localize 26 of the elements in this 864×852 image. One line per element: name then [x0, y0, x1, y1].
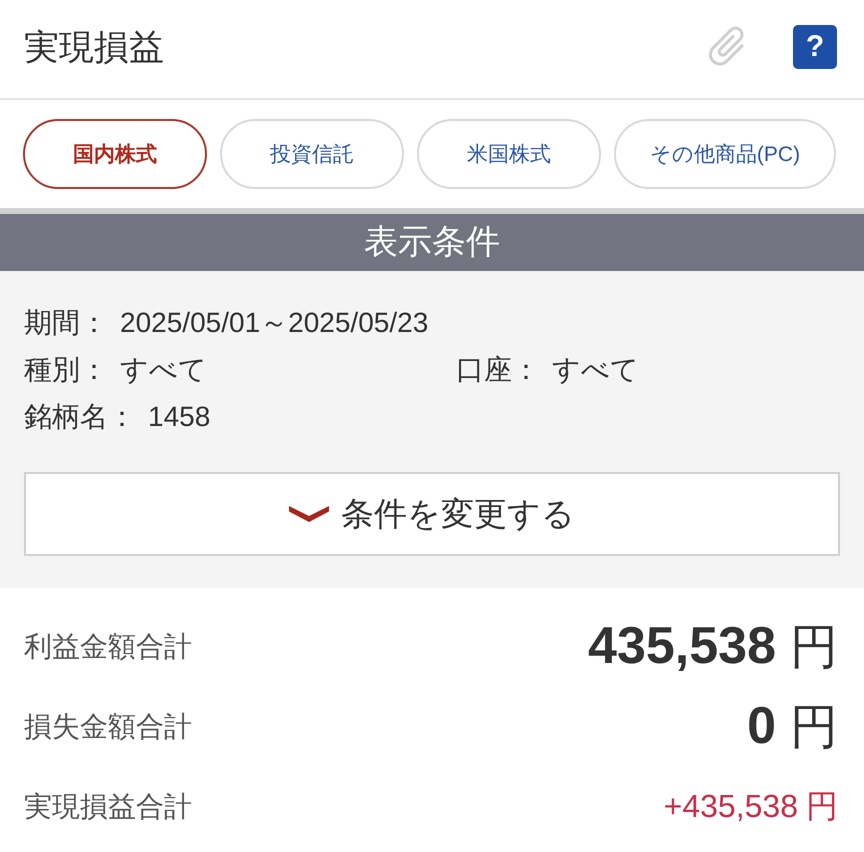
condition-value: 1458 — [148, 400, 210, 434]
condition-label: 口座： — [456, 353, 540, 387]
category-tab[interactable]: その他商品(PC) — [614, 119, 836, 189]
currency-unit: 円 — [790, 620, 838, 676]
page-title: 実現損益 — [24, 26, 164, 68]
condition-label: 銘柄名： — [24, 400, 136, 434]
amount-value: +435,538 — [664, 788, 798, 825]
currency-unit: 円 — [806, 787, 838, 826]
help-button[interactable]: ? — [793, 25, 837, 69]
summary-label: 利益金額合計 — [24, 630, 192, 664]
condition-value: 2025/05/01～2025/05/23 — [120, 306, 428, 340]
category-tab[interactable]: 投資信託 — [220, 119, 404, 189]
category-tab[interactable]: 米国株式 — [417, 119, 601, 189]
amount-value: 0 — [747, 696, 776, 756]
condition-label: 期間： — [24, 306, 108, 340]
summary-label: 損失金額合計 — [24, 710, 192, 744]
condition-value: すべて — [120, 353, 207, 387]
amount-value: 435,538 — [588, 616, 776, 676]
condition-value: すべて — [552, 353, 639, 387]
category-tab[interactable]: 国内株式 — [23, 119, 207, 189]
section-header: 表示条件 — [0, 208, 864, 271]
condition-label: 種別： — [24, 353, 108, 387]
summary-label: 実現損益合計 — [24, 790, 192, 824]
currency-unit: 円 — [790, 700, 838, 756]
change-conditions-button[interactable]: 条件を変更する — [24, 472, 840, 556]
chevron-down-icon — [289, 506, 329, 522]
